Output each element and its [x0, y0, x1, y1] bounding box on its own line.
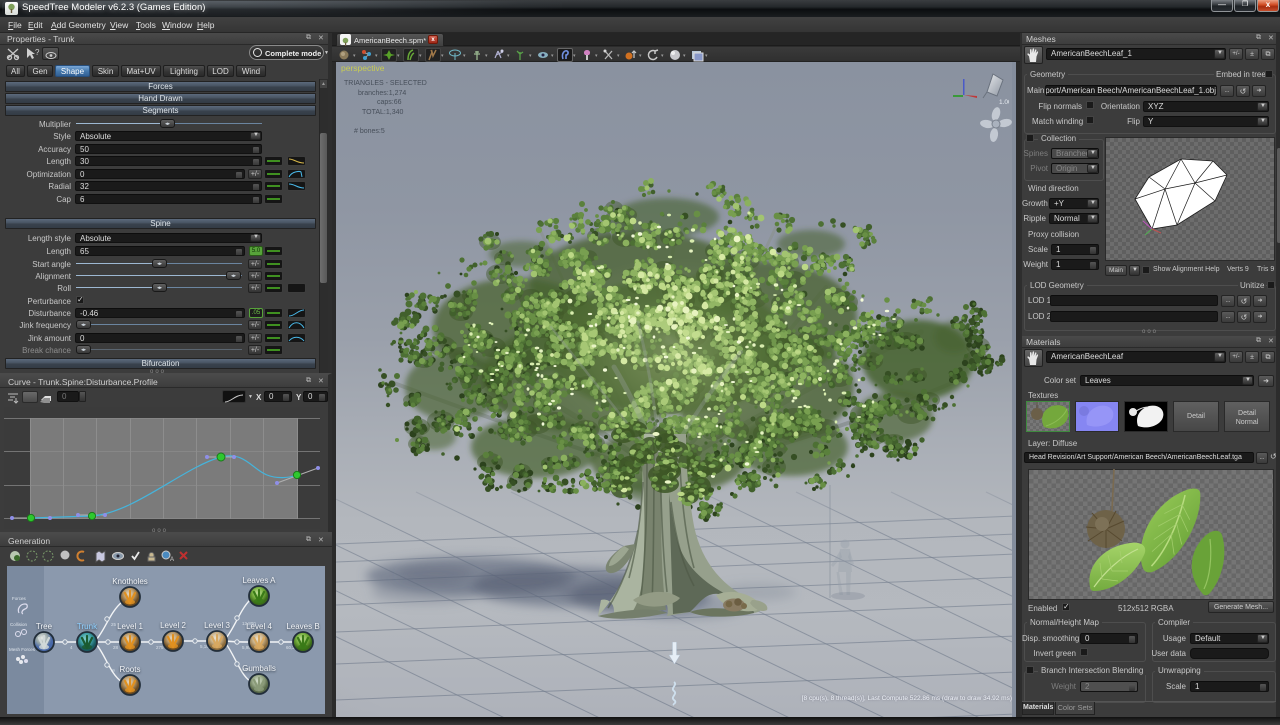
- svg-text:?: ?: [35, 48, 40, 57]
